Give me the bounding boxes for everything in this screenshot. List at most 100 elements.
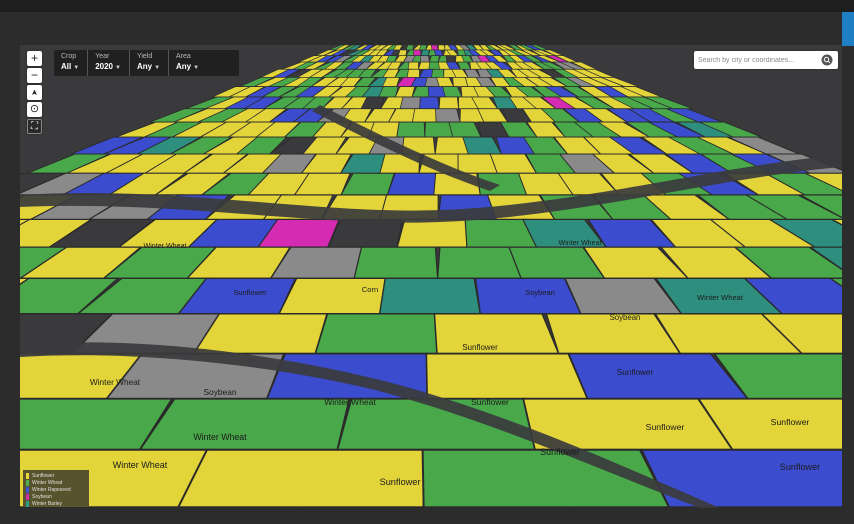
field-label: Sunflower <box>540 447 580 457</box>
field-label: Sunflower <box>233 288 267 297</box>
field-parcel[interactable] <box>138 397 351 451</box>
legend-swatch <box>26 486 29 493</box>
area-filter-label: Area <box>176 53 191 60</box>
field-parcel[interactable] <box>445 55 456 63</box>
field-label: Sunflower <box>380 477 421 487</box>
year-filter[interactable]: Year 2020 ▼ <box>88 50 130 76</box>
legend-swatch <box>26 500 29 507</box>
field-parcel[interactable] <box>326 218 403 248</box>
crop-legend: Sunflower Winter Wheat Winter Rapeseed S… <box>23 470 89 507</box>
legend-swatch <box>26 479 29 486</box>
field-parcel[interactable] <box>462 136 503 155</box>
chevron-down-icon: ▼ <box>73 65 80 71</box>
yield-filter-label: Yield <box>136 53 153 60</box>
legend-swatch <box>26 493 29 500</box>
field-parcel[interactable] <box>425 352 589 400</box>
field-parcel[interactable] <box>639 448 842 508</box>
field-parcels: SunflowerSunflowerSunflowerSunflowerSunf… <box>20 45 842 508</box>
field-parcel[interactable] <box>411 108 437 123</box>
legend-item: Winter Wheat <box>26 479 62 486</box>
field-parcel[interactable] <box>298 506 574 508</box>
area-filter-value: Any <box>176 62 192 71</box>
field-label: Winter Wheat <box>144 242 187 250</box>
field-label: Winter Wheat <box>113 460 168 470</box>
field-parcel[interactable] <box>420 55 430 63</box>
field-label: Winter Wheat <box>193 432 247 442</box>
field-parcel[interactable] <box>396 121 426 138</box>
yield-filter[interactable]: Yield Any ▼ <box>130 50 170 76</box>
legend-item: Winter Barley <box>26 500 62 507</box>
chevron-down-icon: ▼ <box>114 65 121 71</box>
field-label: Sunflower <box>780 462 820 472</box>
field-parcel[interactable] <box>436 246 522 279</box>
legend-label: Sunflower <box>32 472 55 479</box>
field-parcel[interactable] <box>420 49 430 56</box>
field-parcel[interactable] <box>396 218 468 248</box>
yield-filter-value: Any <box>136 62 153 71</box>
search-icon[interactable] <box>821 54 833 66</box>
zoom-in-button[interactable]: + <box>27 51 42 66</box>
field-parcel[interactable] <box>407 61 419 70</box>
field-parcel[interactable] <box>448 121 482 138</box>
legend-label: Winter Wheat <box>32 479 63 486</box>
field-label: Sunflower <box>617 368 654 377</box>
compass-icon[interactable]: ➤ <box>27 85 42 100</box>
accent-strip <box>842 12 854 46</box>
crop-filter[interactable]: Crop All ▼ <box>54 50 89 76</box>
field-parcel[interactable] <box>430 45 439 51</box>
field-parcel[interactable] <box>394 86 416 98</box>
field-label: Soybean <box>203 387 236 397</box>
field-parcel[interactable] <box>431 68 445 78</box>
legend-label: Winter Barley <box>32 500 63 507</box>
field-label: Sunflower <box>646 422 685 432</box>
zoom-out-button[interactable]: − <box>27 68 42 83</box>
field-parcel[interactable] <box>418 61 431 70</box>
field-parcel[interactable] <box>413 49 422 56</box>
field-label: Soybean <box>525 288 555 297</box>
field-parcel[interactable] <box>24 506 300 508</box>
year-filter-label: Year <box>95 53 110 60</box>
legend-label: Soybean <box>32 493 52 500</box>
window-top-bar <box>0 0 854 12</box>
field-parcel[interactable] <box>433 49 444 56</box>
year-filter-value: 2020 <box>95 62 113 71</box>
legend-item: Soybean <box>26 493 52 500</box>
field-parcel[interactable] <box>438 96 460 110</box>
field-parcel[interactable] <box>435 108 461 123</box>
field-parcel[interactable] <box>424 121 454 138</box>
search-box <box>694 51 838 69</box>
field-parcel[interactable] <box>278 277 387 315</box>
field-parcel[interactable] <box>428 61 440 70</box>
field-parcel[interactable] <box>438 45 446 51</box>
search-input[interactable] <box>698 53 816 67</box>
field-label: Winter Wheat <box>90 377 141 387</box>
field-parcel[interactable] <box>406 68 420 78</box>
field-parcel[interactable] <box>353 246 439 279</box>
area-filter[interactable]: Area Any ▼ <box>169 50 239 76</box>
legend-label: Winter Rapeseed <box>32 486 71 493</box>
field-parcel[interactable] <box>397 49 407 56</box>
fullscreen-icon[interactable]: ⛶ <box>27 119 42 134</box>
field-parcel[interactable] <box>378 277 482 315</box>
field-label: Sunflower <box>771 417 810 427</box>
crop-map-3d[interactable]: Sunflower Sunflower Sunflower Sunflower Sunf… <box>20 45 842 508</box>
field-parcel[interactable] <box>405 45 414 51</box>
field-parcel[interactable] <box>399 96 421 110</box>
map-controls: + − ➤ ⊙ ⛶ <box>27 51 42 134</box>
field-label: Winter Wheat <box>697 293 744 302</box>
field-label: Corn <box>362 285 378 294</box>
field-parcel[interactable] <box>441 86 463 98</box>
field-label: Sunflower <box>471 397 509 407</box>
field-parcel[interactable] <box>457 61 472 70</box>
field-parcel[interactable] <box>314 312 438 355</box>
field-parcel[interactable] <box>436 77 455 87</box>
field-parcel[interactable] <box>386 172 437 196</box>
field-parcel[interactable] <box>429 55 440 63</box>
legend-swatch <box>26 472 29 479</box>
locate-icon[interactable]: ⊙ <box>27 102 42 117</box>
field-label: Winter Wheat <box>324 397 376 407</box>
crop-filter-label: Crop <box>61 53 77 60</box>
field-label: Soybean <box>610 313 641 322</box>
field-parcel[interactable] <box>419 96 440 110</box>
legend-item: Sunflower <box>26 472 54 479</box>
